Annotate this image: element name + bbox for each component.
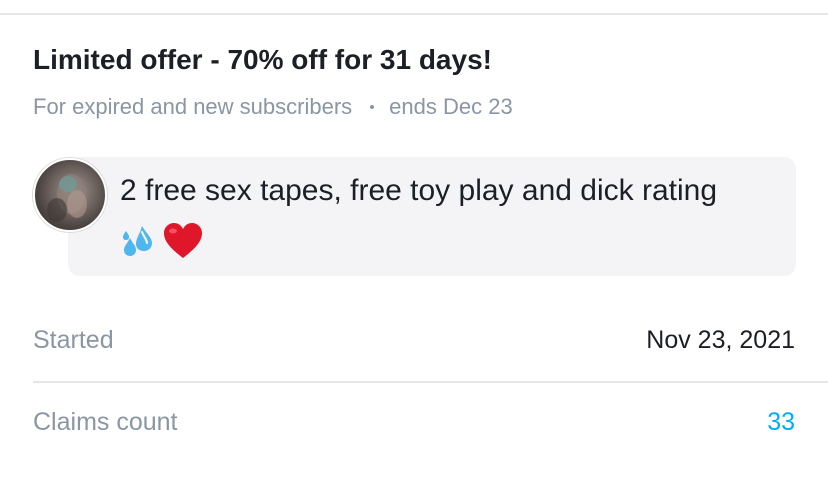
offer-title: Limited offer - 70% off for 31 days! <box>33 44 492 75</box>
separator-dot <box>370 105 375 109</box>
row-divider <box>33 381 828 383</box>
offer-end-date: ends Dec 23 <box>389 94 513 119</box>
message-emoji-row <box>120 221 204 266</box>
offer-message-text: 2 free sex tapes, free toy play and dick… <box>120 174 717 207</box>
started-label: Started <box>33 326 114 354</box>
offer-audience: For expired and new subscribers <box>33 94 353 119</box>
claims-count-value[interactable]: 33 <box>767 408 795 437</box>
claims-count-label: Claims count <box>33 408 178 436</box>
top-divider <box>0 13 828 15</box>
avatar[interactable] <box>33 158 107 232</box>
offer-subtitle: For expired and new subscribers ends Dec… <box>33 94 513 120</box>
sweat-droplets-icon <box>120 222 158 265</box>
started-value: Nov 23, 2021 <box>646 326 795 354</box>
red-heart-icon <box>162 221 204 266</box>
